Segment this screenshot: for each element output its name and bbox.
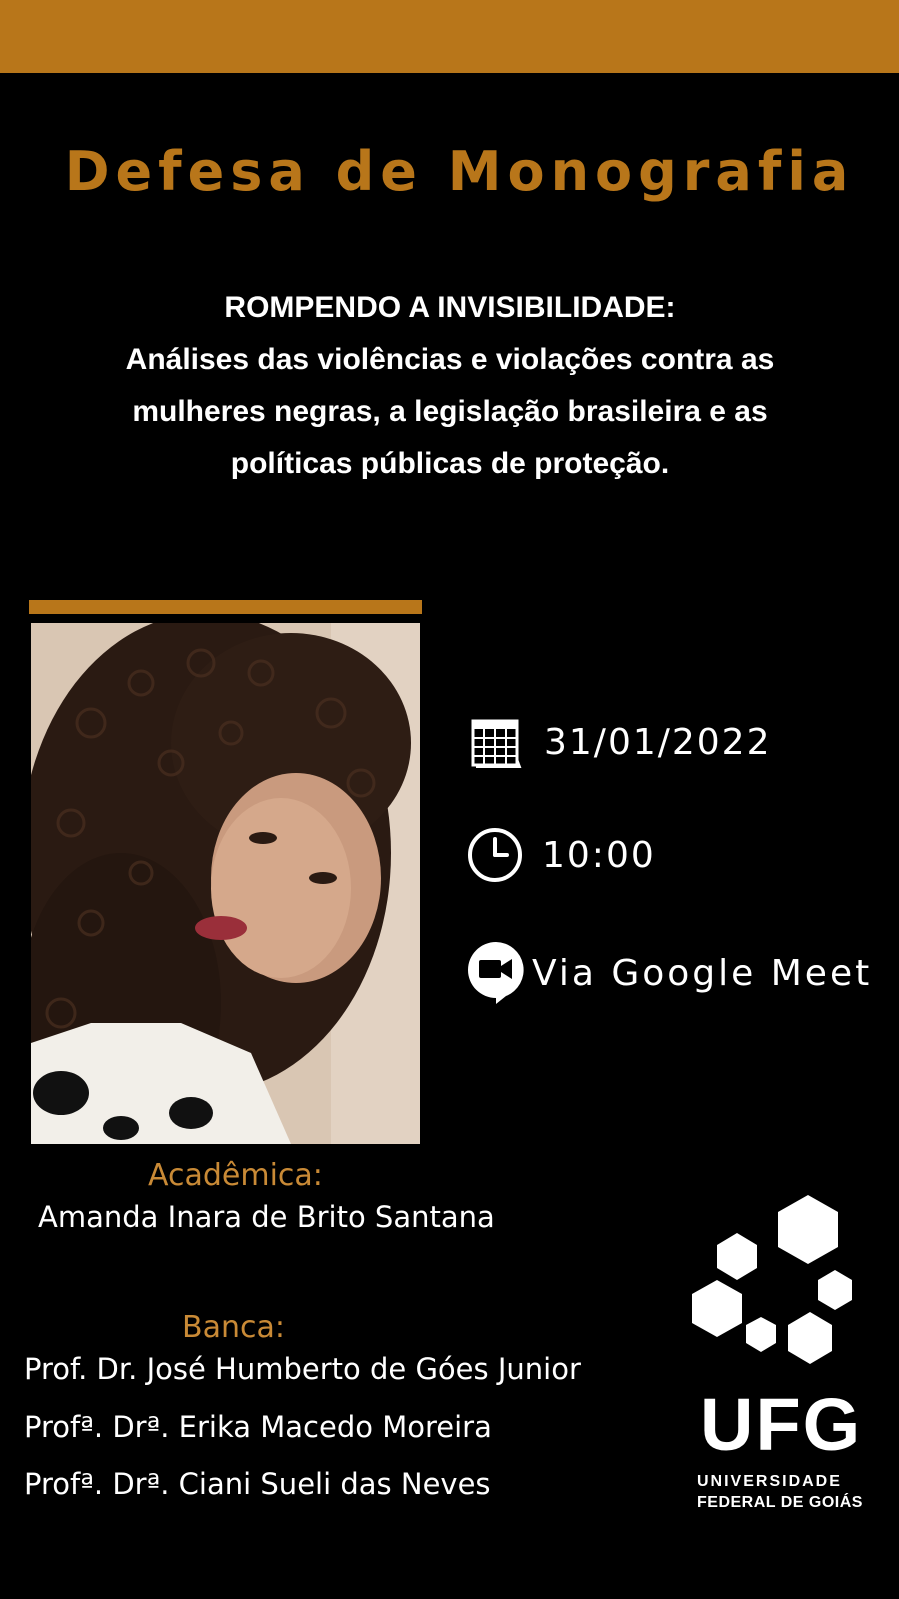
event-time-row: 10:00 (468, 826, 656, 884)
thesis-title: ROMPENDO A INVISIBILIDADE: Análises das … (40, 282, 860, 490)
calendar-icon (471, 719, 522, 768)
thesis-line: ROMPENDO A INVISIBILIDADE: (224, 291, 676, 324)
event-date-row: 31/01/2022 (470, 715, 772, 769)
committee-label: Banca: (182, 1310, 285, 1345)
photo-accent-bar (29, 600, 422, 614)
ufg-logo-hexagons (692, 1195, 852, 1364)
event-platform-row: Via Google Meet (468, 940, 873, 1006)
committee-member: Profª. Drª. Erika Macedo Moreira (24, 1410, 492, 1444)
committee-member: Prof. Dr. José Humberto de Góes Junior (24, 1352, 581, 1386)
ufg-name-line2: FEDERAL DE GOIÁS (697, 1494, 863, 1511)
student-photo (31, 623, 420, 1144)
thesis-line: mulheres negras, a legislação brasileira… (132, 395, 768, 428)
event-platform: Via Google Meet (532, 952, 873, 994)
clock-icon (468, 828, 522, 882)
event-date: 31/01/2022 (544, 721, 772, 763)
page-title: Defesa de Monografia (64, 140, 855, 203)
top-accent-bar (0, 0, 899, 73)
ufg-name-line1: UNIVERSIDADE (697, 1473, 842, 1490)
event-time: 10:00 (542, 834, 656, 876)
committee-member: Profª. Drª. Ciani Sueli das Neves (24, 1467, 491, 1501)
video-chat-icon (468, 942, 524, 1004)
thesis-line: Análises das violências e violações cont… (125, 343, 775, 376)
student-label: Acadêmica: (148, 1158, 323, 1193)
ufg-acronym: UFG (700, 1383, 863, 1466)
thesis-line: políticas públicas de proteção. (230, 447, 670, 480)
student-name: Amanda Inara de Brito Santana (38, 1200, 495, 1234)
